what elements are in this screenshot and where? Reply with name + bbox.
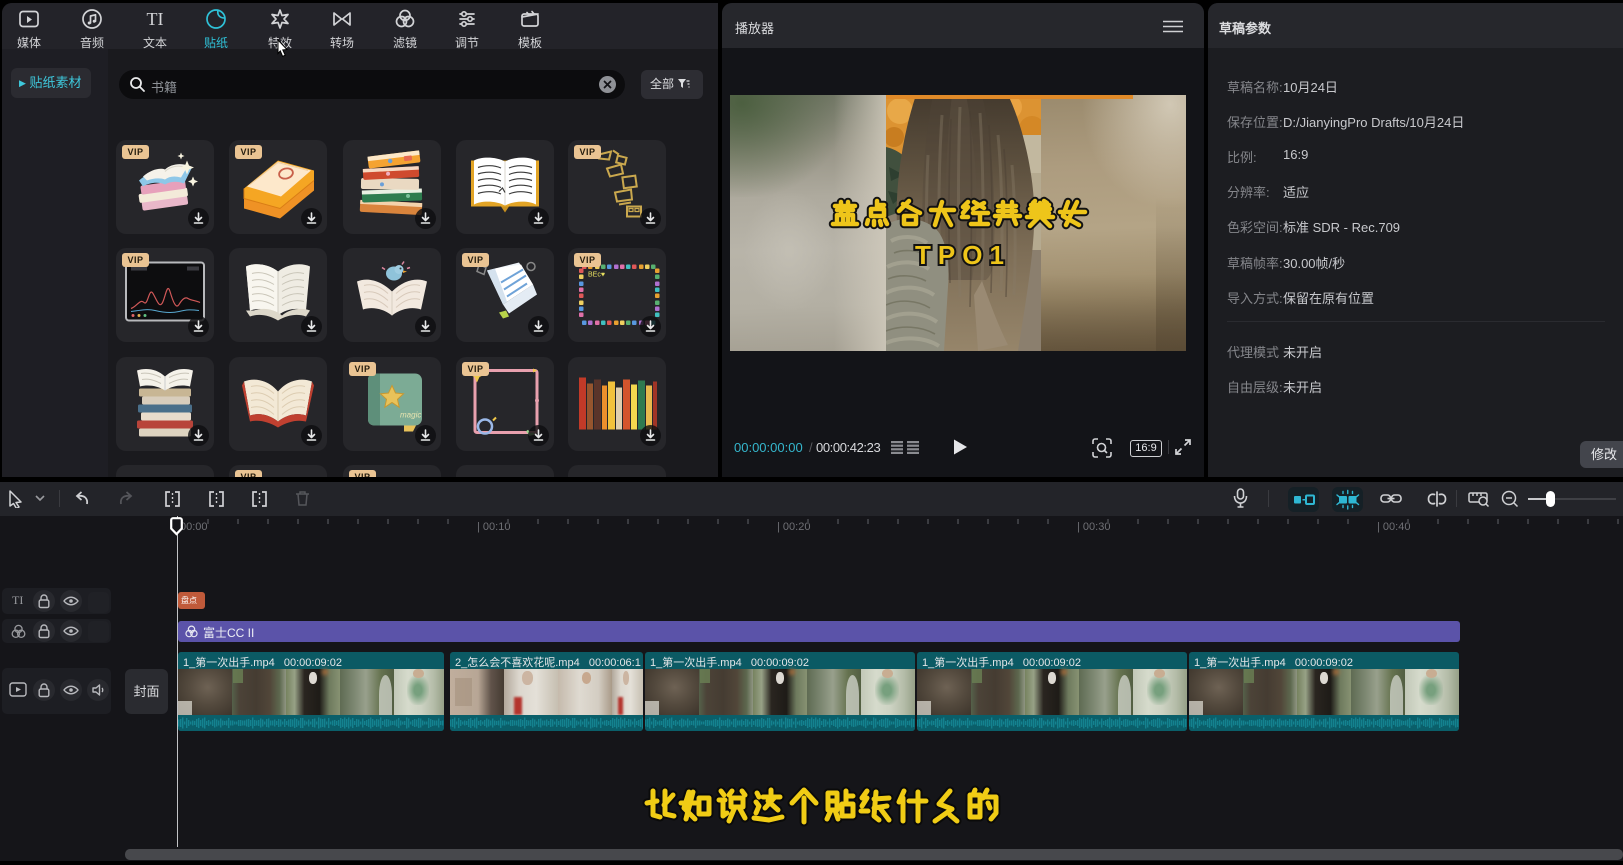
svg-text:TI: TI (147, 9, 164, 29)
svg-text:magic: magic (400, 411, 421, 420)
svg-text:BEc♥: BEc♥ (588, 272, 605, 279)
